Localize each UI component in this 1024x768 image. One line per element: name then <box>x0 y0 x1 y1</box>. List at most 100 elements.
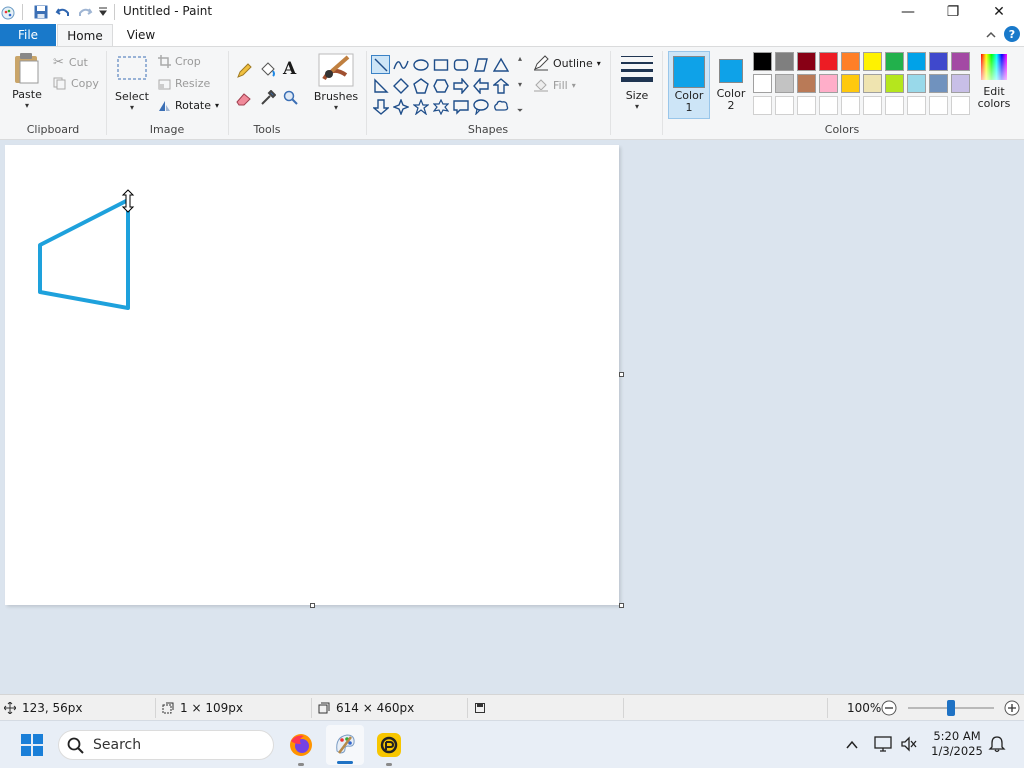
paste-dropdown-icon[interactable]: ▾ <box>8 101 46 110</box>
custom-color-slot[interactable] <box>819 96 838 115</box>
minimize-button[interactable]: — <box>885 0 931 24</box>
app-yellow-icon[interactable] <box>376 732 402 758</box>
copy-button[interactable]: Copy <box>53 77 99 90</box>
crop-button[interactable]: Crop <box>158 55 201 68</box>
line-shape[interactable] <box>371 55 390 74</box>
palette-swatch[interactable] <box>797 52 816 71</box>
drawing-canvas[interactable] <box>5 145 619 605</box>
custom-color-slot[interactable] <box>951 96 970 115</box>
fill-bucket-icon[interactable] <box>259 62 276 79</box>
maximize-button[interactable]: ❐ <box>930 0 976 24</box>
magnifier-icon[interactable] <box>283 90 299 106</box>
palette-swatch[interactable] <box>863 52 882 71</box>
undo-icon[interactable] <box>55 4 71 20</box>
select-dropdown-icon[interactable]: ▾ <box>114 103 150 112</box>
palette-swatch[interactable] <box>753 52 772 71</box>
four-point-star-shape[interactable] <box>391 97 410 116</box>
network-monitor-icon[interactable] <box>874 736 892 752</box>
palette-swatch[interactable] <box>907 74 926 93</box>
zoom-in-icon[interactable] <box>1004 700 1020 716</box>
taskbar-search-box[interactable]: Search <box>58 730 274 760</box>
eraser-icon[interactable] <box>236 91 253 106</box>
down-arrow-shape[interactable] <box>371 97 390 116</box>
palette-swatch[interactable] <box>885 74 904 93</box>
left-arrow-shape[interactable] <box>471 76 490 95</box>
close-button[interactable]: ✕ <box>976 0 1022 24</box>
custom-color-slot[interactable] <box>753 96 772 115</box>
pentagon-shape[interactable] <box>411 76 430 95</box>
size-button[interactable]: Size ▾ <box>617 53 657 117</box>
save-icon[interactable] <box>33 4 49 20</box>
right-arrow-shape[interactable] <box>451 76 470 95</box>
palette-swatch[interactable] <box>819 74 838 93</box>
show-hidden-icons-chevron[interactable] <box>845 739 859 751</box>
polygon-shape[interactable] <box>471 55 490 74</box>
palette-swatch[interactable] <box>841 52 860 71</box>
scroll-down-icon[interactable]: ▾ <box>518 80 522 89</box>
triangle-shape[interactable] <box>491 55 510 74</box>
scroll-up-icon[interactable]: ▴ <box>518 54 522 63</box>
windows-start-icon[interactable] <box>20 733 44 757</box>
cloud-callout-shape[interactable] <box>491 97 510 116</box>
canvas-resize-handle-corner[interactable] <box>619 603 624 608</box>
select-button[interactable]: Select ▾ <box>114 53 150 117</box>
palette-swatch[interactable] <box>775 52 794 71</box>
customize-qat-icon[interactable] <box>98 7 108 17</box>
brushes-dropdown-icon[interactable]: ▾ <box>310 103 362 112</box>
size-dropdown-icon[interactable]: ▾ <box>617 102 657 111</box>
tab-home[interactable]: Home <box>57 24 113 46</box>
palette-swatch[interactable] <box>753 74 772 93</box>
color2-button[interactable]: Color 2 <box>713 51 749 119</box>
palette-swatch[interactable] <box>907 52 926 71</box>
rounded-rectangle-shape[interactable] <box>451 55 470 74</box>
palette-swatch[interactable] <box>863 74 882 93</box>
rectangle-shape[interactable] <box>431 55 450 74</box>
right-triangle-shape[interactable] <box>371 76 390 95</box>
custom-color-slot[interactable] <box>841 96 860 115</box>
custom-color-slot[interactable] <box>885 96 904 115</box>
tab-file[interactable]: File <box>0 24 56 46</box>
custom-color-slot[interactable] <box>775 96 794 115</box>
palette-swatch[interactable] <box>885 52 904 71</box>
six-point-star-shape[interactable] <box>431 97 450 116</box>
pencil-icon[interactable] <box>236 63 252 79</box>
paste-button[interactable]: Paste ▾ <box>8 51 46 117</box>
color-picker-icon[interactable] <box>260 90 276 106</box>
notification-bell-icon[interactable] <box>988 735 1006 753</box>
hexagon-shape[interactable] <box>431 76 450 95</box>
taskbar-clock[interactable]: 5:20 AM 1/3/2025 <box>926 729 988 759</box>
expand-gallery-icon[interactable]: ⏷ <box>517 106 523 116</box>
speaker-muted-icon[interactable] <box>900 736 918 752</box>
oval-shape[interactable] <box>411 55 430 74</box>
text-tool-icon[interactable]: A <box>283 59 296 79</box>
canvas-resize-handle-right[interactable] <box>619 372 624 377</box>
custom-color-slot[interactable] <box>907 96 926 115</box>
five-point-star-shape[interactable] <box>411 97 430 116</box>
palette-swatch[interactable] <box>951 74 970 93</box>
oval-callout-shape[interactable] <box>471 97 490 116</box>
brushes-button[interactable]: Brushes ▾ <box>310 53 362 117</box>
redo-icon[interactable] <box>77 4 93 20</box>
canvas-resize-handle-bottom[interactable] <box>310 603 315 608</box>
resize-button[interactable]: Resize <box>158 77 210 90</box>
rotate-button[interactable]: Rotate ▾ <box>158 99 219 112</box>
rect-callout-shape[interactable] <box>451 97 470 116</box>
outline-button[interactable]: Outline ▾ <box>533 55 601 71</box>
collapse-ribbon-icon[interactable] <box>985 29 997 41</box>
palette-swatch[interactable] <box>929 74 948 93</box>
paint-taskbar-button[interactable] <box>326 725 364 765</box>
palette-swatch[interactable] <box>775 74 794 93</box>
help-icon[interactable]: ? <box>1003 25 1021 43</box>
custom-color-slot[interactable] <box>929 96 948 115</box>
curve-shape[interactable] <box>391 55 410 74</box>
palette-swatch[interactable] <box>797 74 816 93</box>
palette-swatch[interactable] <box>841 74 860 93</box>
palette-swatch[interactable] <box>819 52 838 71</box>
palette-swatch[interactable] <box>951 52 970 71</box>
tab-view[interactable]: View <box>118 24 164 46</box>
color1-button[interactable]: Color 1 <box>668 51 710 119</box>
zoom-out-icon[interactable] <box>881 700 897 716</box>
firefox-icon[interactable] <box>288 732 314 758</box>
up-arrow-shape[interactable] <box>491 76 510 95</box>
palette-swatch[interactable] <box>929 52 948 71</box>
